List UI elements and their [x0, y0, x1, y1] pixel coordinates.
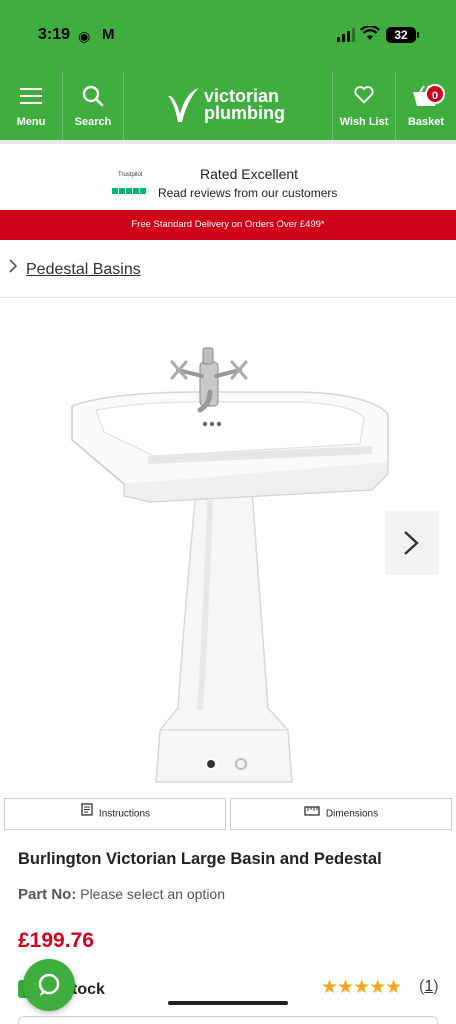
trustpilot-rating-text: Rated Excellent [200, 166, 299, 182]
instructions-label: Instructions [98, 808, 151, 820]
trustpilot-reviews-link[interactable]: Read reviews from our customers [158, 186, 337, 200]
product-image-gallery[interactable] [0, 300, 456, 792]
breadcrumb: Pedestal Basins [0, 252, 456, 298]
menu-button[interactable]: Menu [0, 72, 62, 140]
review-count-link[interactable]: (1) [419, 978, 439, 996]
part-number: Part No: Please select an option [18, 886, 225, 903]
chat-button[interactable] [23, 959, 75, 1011]
product-title: Burlington Victorian Large Basin and Ped… [18, 850, 382, 868]
part-number-label: Part No: [18, 886, 77, 903]
heart-icon [333, 84, 395, 108]
basket-button[interactable]: Basket [396, 72, 456, 140]
ruler-icon [304, 799, 320, 829]
header: 3:19 ◉ M 32 Menu Search Wish List Basket… [0, 0, 456, 140]
brand-line2: plumbing [204, 103, 285, 123]
signal-icon [337, 28, 357, 42]
trustpilot-logo: Trustpilot [118, 172, 143, 178]
instructions-button[interactable]: Instructions [4, 798, 226, 830]
dimensions-button[interactable]: Dimensions [230, 798, 452, 830]
document-icon [80, 799, 93, 829]
wifi-icon [360, 25, 380, 46]
rating-stars-icon[interactable]: ★★★★★ [321, 976, 402, 999]
dimensions-label: Dimensions [325, 808, 379, 820]
home-indicator [168, 1001, 288, 1005]
search-button[interactable]: Search [63, 72, 123, 140]
basket-label: Basket [407, 116, 445, 128]
search-icon [63, 84, 123, 108]
next-image-button[interactable] [385, 511, 439, 575]
basket-count-badge: 0 [425, 84, 445, 104]
nav-divider [123, 72, 124, 140]
gallery-dot-active[interactable] [205, 758, 217, 770]
review-count: 1 [424, 978, 434, 995]
trustpilot-banner[interactable]: Trustpilot Rated Excellent Read reviews … [0, 140, 456, 210]
next-section-edge [18, 1016, 438, 1024]
wishlist-button[interactable]: Wish List [333, 72, 395, 140]
delivery-promo-banner[interactable]: Free Standard Delivery on Orders Over £4… [0, 210, 456, 240]
product-resource-tabs: Instructions Dimensions [4, 798, 452, 830]
victorian-plumbing-logo[interactable]: victorian plumbing [166, 84, 296, 128]
mail-notification-icon: M [102, 26, 115, 43]
menu-label: Menu [16, 116, 46, 128]
chevron-right-icon [8, 258, 18, 279]
hamburger-icon [20, 88, 42, 104]
wishlist-label: Wish List [339, 116, 389, 128]
chat-bubble-icon [38, 973, 60, 996]
battery-indicator: 32 [386, 27, 419, 43]
logo-tick-icon [168, 88, 199, 122]
part-number-value: Please select an option [80, 886, 225, 902]
app-root: 3:19 ◉ M 32 Menu Search Wish List Basket… [0, 0, 456, 1024]
chevron-right-icon [404, 531, 419, 555]
chat-notification-icon: ◉ [78, 28, 91, 44]
search-label: Search [74, 116, 112, 128]
status-time: 3:19 [38, 26, 71, 43]
status-bar: 3:19 ◉ M 32 [0, 22, 456, 52]
gallery-dot[interactable] [235, 758, 247, 770]
stock-status: tock [72, 981, 105, 998]
breadcrumb-link[interactable]: Pedestal Basins [26, 261, 141, 279]
trustpilot-stars-icon [112, 181, 147, 199]
product-price: £199.76 [18, 929, 94, 952]
